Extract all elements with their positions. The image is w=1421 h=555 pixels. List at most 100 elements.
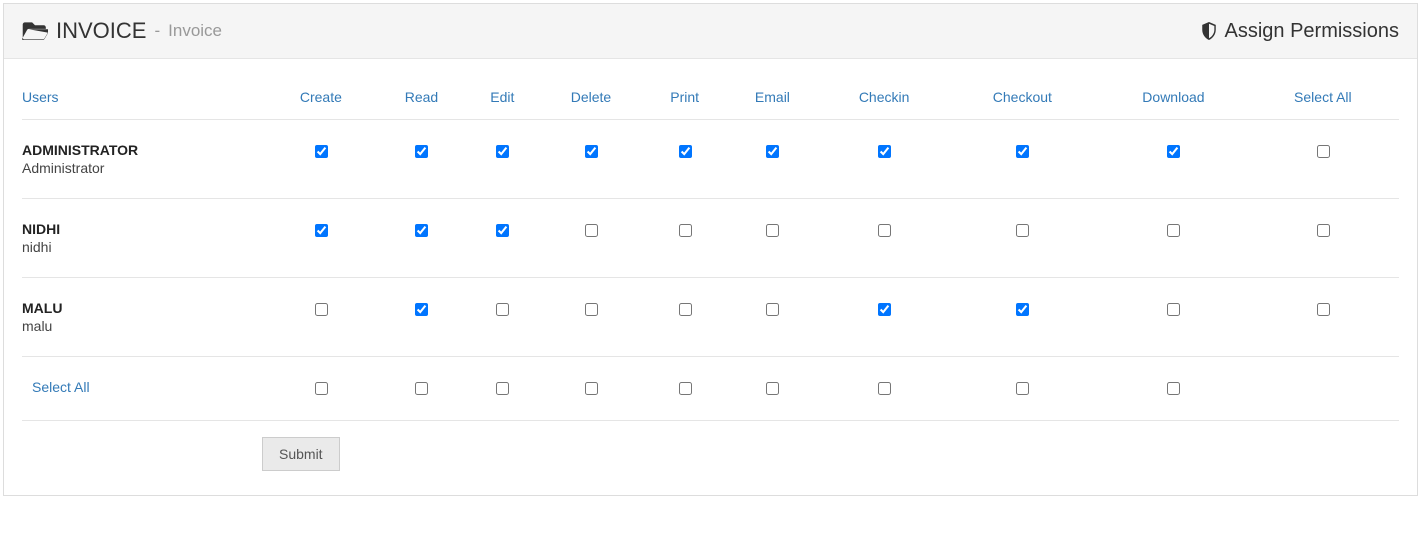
select-all-row: Select All xyxy=(22,357,1399,421)
user-subname: malu xyxy=(22,318,262,334)
select-all-checkbox-delete[interactable] xyxy=(585,382,598,395)
user-subname: Administrator xyxy=(22,160,262,176)
perm-cell xyxy=(1100,120,1255,199)
col-select-all[interactable]: Select All xyxy=(1255,79,1399,120)
permissions-panel: INVOICE - Invoice Assign Permissions Use… xyxy=(3,3,1418,496)
select-all-checkbox-download[interactable] xyxy=(1167,382,1180,395)
col-users[interactable]: Users xyxy=(22,79,270,120)
perm-checkbox-email[interactable] xyxy=(766,224,779,237)
perm-checkbox-email[interactable] xyxy=(766,303,779,316)
submit-button[interactable]: Submit xyxy=(262,437,340,471)
perm-checkbox-create[interactable] xyxy=(315,303,328,316)
perm-cell xyxy=(1255,357,1399,421)
user-name: NIDHI xyxy=(22,221,262,237)
perm-cell xyxy=(648,357,729,421)
perm-cell xyxy=(380,357,471,421)
assign-permissions-link[interactable]: Assign Permissions xyxy=(1200,20,1399,43)
perm-checkbox-delete[interactable] xyxy=(585,224,598,237)
user-name: ADMINISTRATOR xyxy=(22,142,262,158)
page-title-sub: Invoice xyxy=(168,21,222,41)
user-cell: MALU malu xyxy=(22,278,270,357)
perm-cell xyxy=(729,357,824,421)
perm-checkbox-download[interactable] xyxy=(1167,145,1180,158)
perm-cell xyxy=(824,357,953,421)
page-title-sep: - xyxy=(154,21,160,41)
perm-checkbox-checkin[interactable] xyxy=(878,145,891,158)
perm-cell xyxy=(1100,278,1255,357)
perm-cell xyxy=(542,357,649,421)
perm-cell xyxy=(471,357,542,421)
perm-cell xyxy=(1255,120,1399,199)
table-row: NIDHI nidhi xyxy=(22,199,1399,278)
col-edit[interactable]: Edit xyxy=(471,79,542,120)
perm-cell xyxy=(471,120,542,199)
submit-area: Submit xyxy=(22,421,1399,471)
perm-cell xyxy=(542,199,649,278)
user-cell: ADMINISTRATOR Administrator xyxy=(22,120,270,199)
perm-checkbox-delete[interactable] xyxy=(585,145,598,158)
col-read[interactable]: Read xyxy=(380,79,471,120)
col-email[interactable]: Email xyxy=(729,79,824,120)
user-name: MALU xyxy=(22,300,262,316)
perm-cell xyxy=(824,278,953,357)
perm-checkbox-edit[interactable] xyxy=(496,303,509,316)
user-cell: NIDHI nidhi xyxy=(22,199,270,278)
perm-cell xyxy=(542,278,649,357)
select-all-label-cell: Select All xyxy=(22,357,270,421)
perm-checkbox-email[interactable] xyxy=(766,145,779,158)
perm-checkbox-read[interactable] xyxy=(415,303,428,316)
select-all-checkbox-email[interactable] xyxy=(766,382,779,395)
perm-checkbox-checkin[interactable] xyxy=(878,224,891,237)
perm-checkbox-read[interactable] xyxy=(415,224,428,237)
table-row: ADMINISTRATOR Administrator xyxy=(22,120,1399,199)
col-print[interactable]: Print xyxy=(648,79,729,120)
perm-checkbox-checkout[interactable] xyxy=(1016,303,1029,316)
user-subname: nidhi xyxy=(22,239,262,255)
perm-cell xyxy=(471,278,542,357)
folder-open-icon xyxy=(22,18,48,44)
perm-checkbox-download[interactable] xyxy=(1167,224,1180,237)
perm-checkbox-create[interactable] xyxy=(315,145,328,158)
perm-checkbox-print[interactable] xyxy=(679,224,692,237)
col-checkin[interactable]: Checkin xyxy=(824,79,953,120)
select-all-checkbox-edit[interactable] xyxy=(496,382,509,395)
select-all-link[interactable]: Select All xyxy=(32,379,90,395)
perm-checkbox-delete[interactable] xyxy=(585,303,598,316)
perm-cell xyxy=(1255,199,1399,278)
perm-cell xyxy=(1255,278,1399,357)
perm-checkbox-select-all[interactable] xyxy=(1317,303,1330,316)
perm-checkbox-select-all[interactable] xyxy=(1317,224,1330,237)
perm-checkbox-print[interactable] xyxy=(679,145,692,158)
perm-cell xyxy=(1100,199,1255,278)
perm-cell xyxy=(270,278,380,357)
select-all-checkbox-checkout[interactable] xyxy=(1016,382,1029,395)
col-checkout[interactable]: Checkout xyxy=(953,79,1101,120)
col-download[interactable]: Download xyxy=(1100,79,1255,120)
col-create[interactable]: Create xyxy=(270,79,380,120)
perm-checkbox-print[interactable] xyxy=(679,303,692,316)
perm-checkbox-create[interactable] xyxy=(315,224,328,237)
select-all-checkbox-read[interactable] xyxy=(415,382,428,395)
perm-cell xyxy=(648,199,729,278)
col-delete[interactable]: Delete xyxy=(542,79,649,120)
perm-checkbox-read[interactable] xyxy=(415,145,428,158)
perm-checkbox-edit[interactable] xyxy=(496,224,509,237)
select-all-checkbox-checkin[interactable] xyxy=(878,382,891,395)
perm-cell xyxy=(380,278,471,357)
select-all-checkbox-create[interactable] xyxy=(315,382,328,395)
perm-checkbox-select-all[interactable] xyxy=(1317,145,1330,158)
perm-checkbox-checkin[interactable] xyxy=(878,303,891,316)
perm-cell xyxy=(648,120,729,199)
perm-checkbox-checkout[interactable] xyxy=(1016,224,1029,237)
perm-cell xyxy=(648,278,729,357)
perm-checkbox-checkout[interactable] xyxy=(1016,145,1029,158)
perm-cell xyxy=(270,199,380,278)
perm-cell xyxy=(1100,357,1255,421)
select-all-checkbox-print[interactable] xyxy=(679,382,692,395)
perm-cell xyxy=(380,120,471,199)
perm-cell xyxy=(953,278,1101,357)
perm-cell xyxy=(953,357,1101,421)
perm-cell xyxy=(953,199,1101,278)
perm-checkbox-download[interactable] xyxy=(1167,303,1180,316)
perm-checkbox-edit[interactable] xyxy=(496,145,509,158)
